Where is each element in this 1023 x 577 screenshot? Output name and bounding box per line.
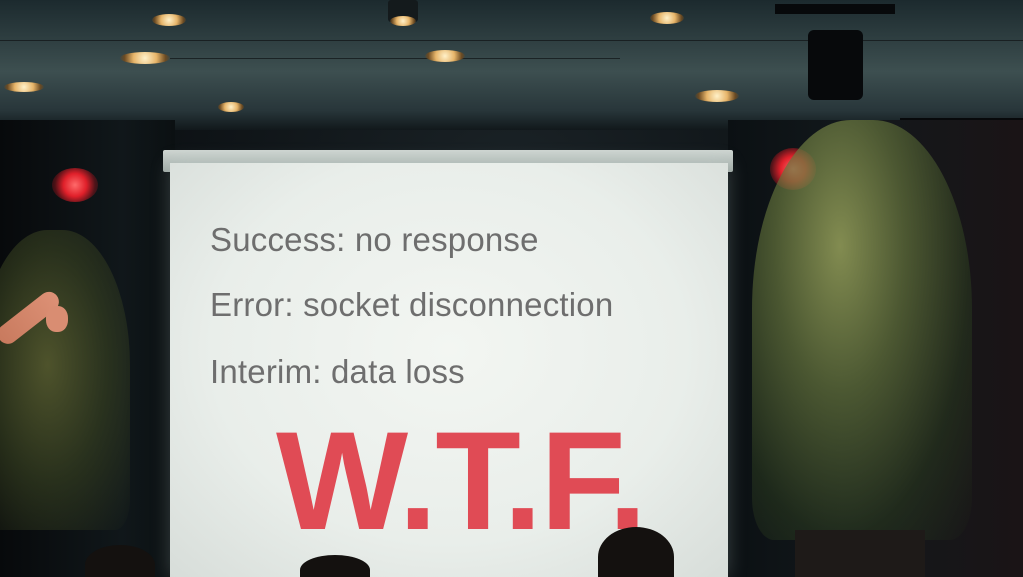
slide-headline: W.T.F. bbox=[276, 402, 647, 559]
audience-head bbox=[300, 555, 370, 577]
ceiling-seam bbox=[0, 40, 1023, 41]
projector-screen: Success: no response Error: socket disco… bbox=[170, 163, 728, 577]
lighting-rig bbox=[775, 4, 895, 14]
ceiling-light bbox=[425, 50, 465, 62]
ceiling-light bbox=[650, 12, 684, 24]
ceiling-light bbox=[120, 52, 170, 64]
slide-line-success: Success: no response bbox=[210, 221, 539, 258]
slide-line-error: Error: socket disconnection bbox=[210, 286, 614, 323]
ceiling-light bbox=[152, 14, 186, 26]
plant-pot bbox=[795, 530, 925, 577]
stage-light-fixture bbox=[808, 30, 863, 100]
right-plant bbox=[752, 120, 972, 540]
red-stage-light bbox=[52, 168, 98, 202]
ceiling-seam bbox=[170, 58, 620, 59]
audience-head bbox=[85, 545, 155, 577]
ceiling bbox=[0, 0, 1023, 130]
ceiling-light bbox=[218, 102, 244, 112]
slide-line-interim: Interim: data loss bbox=[210, 353, 465, 390]
ceiling-light bbox=[695, 90, 739, 102]
left-plant bbox=[0, 230, 130, 530]
conference-photo: Success: no response Error: socket disco… bbox=[0, 0, 1023, 577]
presenter-hand bbox=[46, 306, 68, 332]
ceiling-light bbox=[4, 82, 44, 92]
ceiling-light bbox=[390, 16, 416, 26]
